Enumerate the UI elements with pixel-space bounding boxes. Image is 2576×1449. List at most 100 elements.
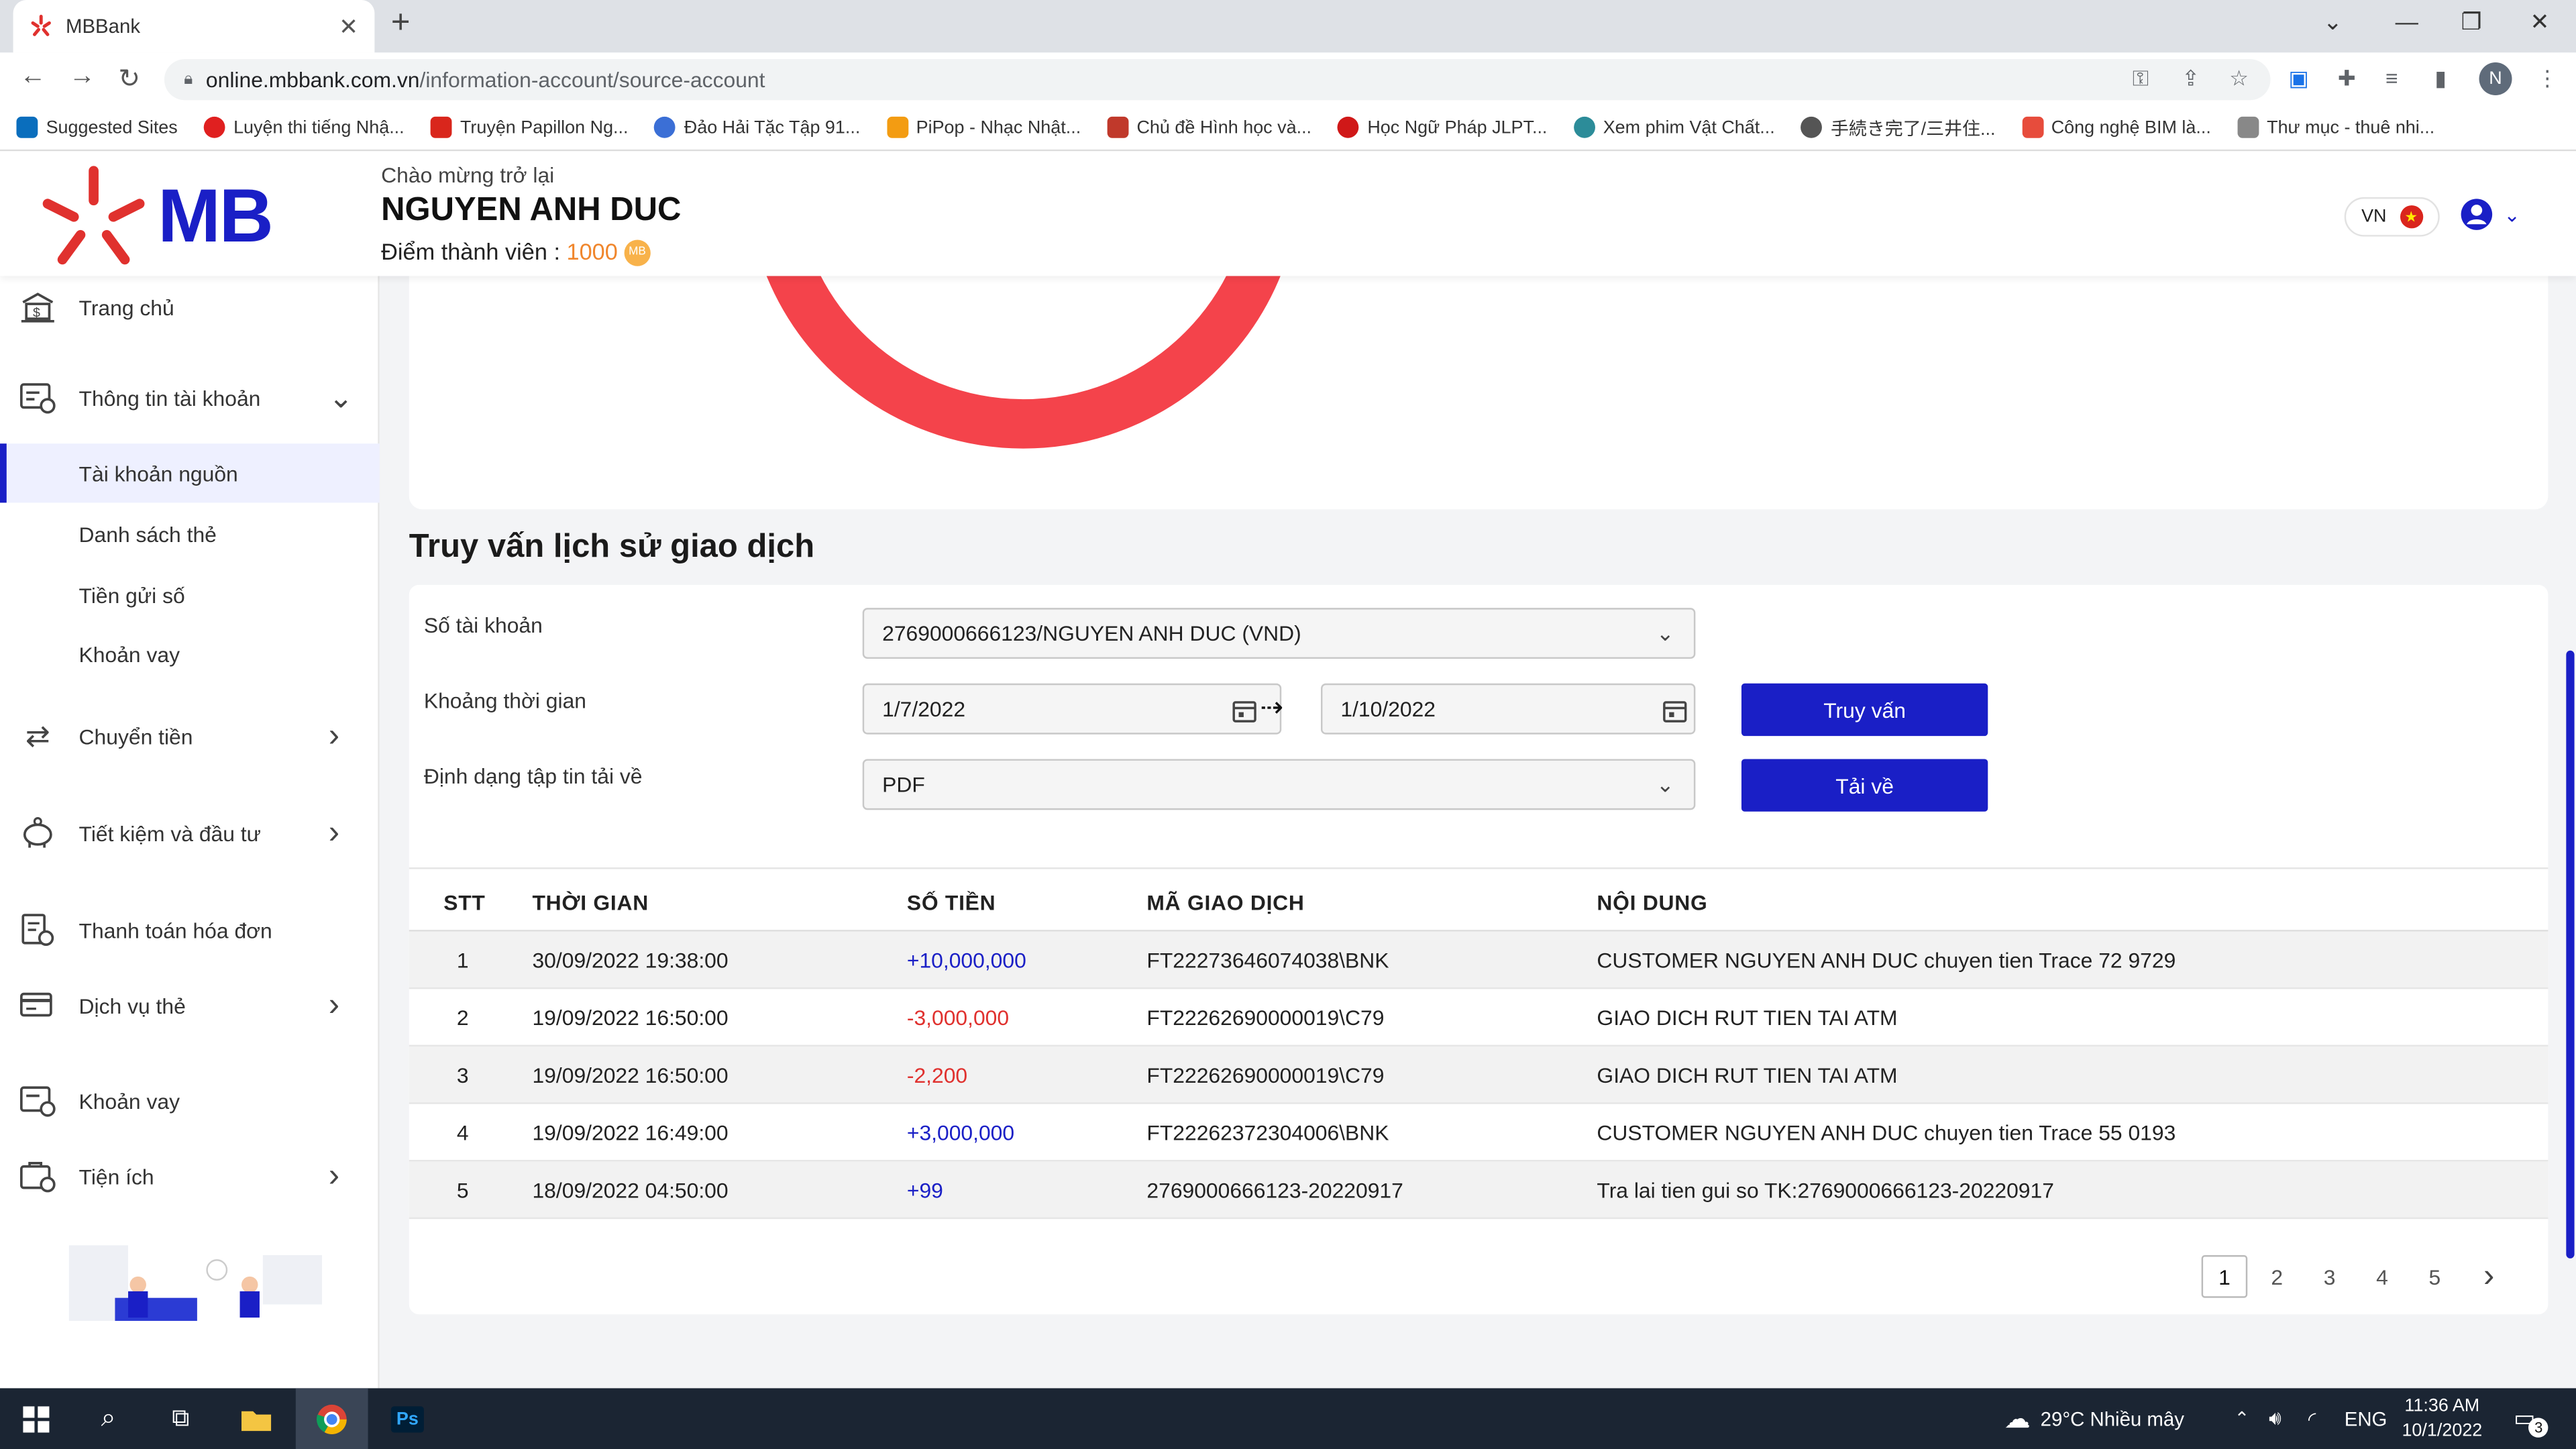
browser-tab[interactable]: MBBank ✕ — [13, 0, 375, 53]
cell-code: FT22262690000019\C79 — [1146, 1005, 1385, 1030]
sidebar-item-home[interactable]: $ Trang chủ — [0, 278, 380, 337]
bookmark-item[interactable]: Truyện Papillon Ng... — [430, 116, 629, 138]
share-icon[interactable]: ⇪ — [2182, 66, 2200, 92]
sidebar-item-bills[interactable]: Thanh toán hóa đơn — [0, 900, 380, 959]
cell-code: 2769000666123-20220917 — [1146, 1177, 1403, 1203]
volume-icon[interactable]: 🔊︎ — [2269, 1388, 2282, 1449]
bookmark-item[interactable]: Luyện thi tiếng Nhậ... — [203, 116, 405, 138]
language-switch[interactable]: VN ★ — [2344, 197, 2440, 237]
reload-icon[interactable]: ↻ — [118, 62, 140, 95]
translate-icon[interactable]: ▣ — [2288, 66, 2308, 92]
reading-list-icon[interactable]: ≡ — [2385, 66, 2398, 91]
user-menu[interactable]: ⌄ — [2459, 197, 2520, 231]
bookmark-item[interactable]: Chủ đề Hình học và... — [1107, 116, 1311, 138]
sidebar-item-loan[interactable]: Khoản vay — [0, 1071, 380, 1130]
format-select[interactable]: PDF ⌄ — [862, 759, 1696, 810]
back-icon[interactable]: ← — [19, 62, 46, 92]
calendar-icon[interactable] — [1662, 698, 1687, 723]
bookmark-item[interactable]: Công nghệ BIM là... — [2021, 116, 2211, 138]
bookmark-favicon-icon — [654, 116, 676, 138]
download-button[interactable]: Tải về — [1741, 759, 1988, 812]
url-path: /information-account/source-account — [419, 67, 765, 93]
browser-tabstrip — [0, 0, 2576, 53]
wifi-icon[interactable]: ◜ — [2308, 1388, 2316, 1449]
bookmark-item[interactable]: Xem phim Vật Chất... — [1573, 116, 1775, 138]
sidebar-item-utilities[interactable]: Tiện ích › — [0, 1146, 380, 1205]
from-date-input[interactable]: 1/7/2022 — [862, 683, 1282, 735]
column-header: NỘI DUNG — [1597, 890, 1708, 916]
balance-donut-chart — [756, 246, 1291, 449]
table-row[interactable]: 2 19/09/2022 16:50:00 -3,000,000 FT22262… — [409, 989, 2548, 1047]
account-select[interactable]: 2769000666123/NGUYEN ANH DUC (VND) ⌄ — [862, 608, 1696, 659]
tab-search-icon[interactable]: ⌄ — [2323, 8, 2343, 36]
side-panel-icon[interactable]: ▮ — [2434, 66, 2447, 92]
sidebar-subitem-digital-deposit[interactable]: Tiền gửi số — [0, 565, 380, 624]
bookmark-item[interactable]: Học Ngữ Pháp JLPT... — [1338, 116, 1548, 138]
next-page-icon[interactable]: › — [2466, 1255, 2512, 1298]
table-row[interactable]: 3 19/09/2022 16:50:00 -2,200 FT222626900… — [409, 1046, 2548, 1104]
table-row[interactable]: 1 30/09/2022 19:38:00 +10,000,000 FT2227… — [409, 931, 2548, 989]
task-view-icon[interactable]: ⧉ — [145, 1388, 217, 1449]
minimize-icon[interactable]: — — [2396, 8, 2418, 34]
windows-start-icon[interactable] — [0, 1388, 72, 1449]
cell-amount: +10,000,000 — [906, 948, 1026, 973]
sidebar-item-account-info[interactable]: Thông tin tài khoản ⌄ — [0, 368, 380, 427]
page-2-button[interactable]: 2 — [2254, 1255, 2300, 1298]
cell-stt: 2 — [456, 1005, 469, 1030]
column-header: THỜI GIAN — [532, 890, 649, 916]
sidebar-item-label: Chuyển tiền — [78, 723, 193, 749]
chrome-menu-icon[interactable]: ⋮ — [2536, 66, 2558, 92]
notification-center-icon[interactable]: ▭ 3 — [2514, 1388, 2548, 1449]
sidebar-subitem-source-account[interactable]: Tài khoản nguồn — [0, 443, 380, 503]
bookmark-item[interactable]: Đảo Hải Tặc Tập 91... — [654, 116, 860, 138]
bookmark-item[interactable]: PiPop - Nhạc Nhật... — [886, 116, 1081, 138]
bookmark-label: Học Ngữ Pháp JLPT... — [1367, 117, 1548, 138]
bookmark-star-icon[interactable]: ☆ — [2229, 66, 2249, 92]
forward-icon[interactable]: → — [69, 62, 95, 92]
cell-code: FT22262372304006\BNK — [1146, 1120, 1389, 1145]
profile-avatar[interactable]: N — [2479, 62, 2512, 96]
photoshop-icon[interactable]: Ps — [371, 1388, 443, 1449]
page-3-button[interactable]: 3 — [2306, 1255, 2353, 1298]
search-icon[interactable]: ⌕ — [72, 1388, 145, 1449]
input-language[interactable]: ENG — [2345, 1388, 2387, 1449]
query-button[interactable]: Truy vấn — [1741, 683, 1988, 737]
cell-time: 30/09/2022 19:38:00 — [532, 948, 729, 973]
page-4-button[interactable]: 4 — [2359, 1255, 2406, 1298]
table-row[interactable]: 5 18/09/2022 04:50:00 +99 2769000666123-… — [409, 1161, 2548, 1220]
sidebar-item-transfer[interactable]: ⇄ Chuyển tiền › — [0, 706, 380, 765]
table-row[interactable]: 4 19/09/2022 16:49:00 +3,000,000 FT22262… — [409, 1104, 2548, 1162]
mb-logo-text[interactable]: MB — [158, 171, 274, 260]
key-icon[interactable]: ⚿ — [2133, 66, 2149, 92]
bookmark-item[interactable]: Suggested Sites — [16, 116, 178, 138]
sidebar-subitem-loan[interactable]: Khoản vay — [0, 625, 380, 684]
bookmark-item[interactable]: Thư mục - thuê nhi... — [2237, 116, 2434, 138]
show-hidden-icons[interactable]: ⌃ — [2235, 1388, 2250, 1449]
sidebar-item-card-services[interactable]: Dịch vụ thẻ › — [0, 976, 380, 1035]
to-date-input[interactable]: 1/10/2022 — [1320, 683, 1696, 735]
bookmark-item[interactable]: 手続き完了/三井住... — [1801, 114, 1995, 140]
tab-close-icon[interactable]: ✕ — [339, 12, 358, 40]
bookmark-favicon-icon — [1107, 116, 1129, 138]
new-tab-icon[interactable]: + — [391, 5, 411, 42]
sidebar-subitem-card-list[interactable]: Danh sách thẻ — [0, 504, 380, 564]
page-5-button[interactable]: 5 — [2412, 1255, 2458, 1298]
file-explorer-icon[interactable] — [220, 1388, 292, 1449]
clock[interactable]: 11:36 AM 10/1/2022 — [2402, 1388, 2482, 1449]
address-bar[interactable]: 🔒︎ online.mbbank.com.vn/information-acco… — [164, 59, 2271, 101]
utilities-icon — [19, 1159, 56, 1195]
restore-icon[interactable]: ❐ — [2461, 8, 2482, 36]
sidebar-item-savings[interactable]: Tiết kiệm và đầu tư › — [0, 804, 380, 863]
bookmark-label: Suggested Sites — [46, 117, 178, 138]
chevron-down-icon: ⌄ — [1656, 621, 1674, 646]
extensions-icon[interactable]: ✚ — [2338, 66, 2356, 92]
calendar-icon[interactable] — [1232, 698, 1257, 723]
weather-widget[interactable]: ☁ 29°C Nhiều mây — [2004, 1388, 2184, 1449]
cell-content: GIAO DICH RUT TIEN TAI ATM — [1597, 1005, 1898, 1030]
chrome-taskbar-icon[interactable] — [295, 1388, 368, 1449]
close-window-icon[interactable]: ✕ — [2530, 8, 2549, 36]
column-header: MÃ GIAO DỊCH — [1146, 890, 1305, 916]
page-1-button[interactable]: 1 — [2201, 1255, 2248, 1298]
page-scrollbar[interactable] — [2566, 650, 2575, 1258]
weather-cloud-icon: ☁ — [2004, 1405, 2031, 1434]
